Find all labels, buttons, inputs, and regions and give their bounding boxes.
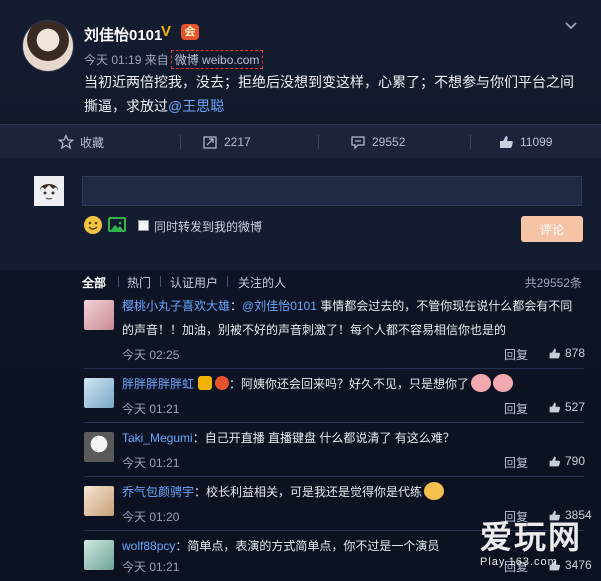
thumbs-up-icon <box>500 136 513 148</box>
comment-time: 今天 02:25 <box>122 348 180 362</box>
emoji-icon[interactable] <box>84 216 102 234</box>
comment-time: 今天 01:21 <box>122 402 180 416</box>
divider <box>84 368 584 369</box>
star-icon <box>58 134 74 150</box>
comment-icon <box>351 136 365 150</box>
tab-all[interactable]: 全部 <box>82 274 106 291</box>
doge-sticker-icon <box>424 482 445 500</box>
submit-comment-button[interactable]: 评论 <box>521 216 583 242</box>
comment-text: ：阿姨你还会回来吗？好久不见，只是想你了 <box>229 377 470 391</box>
tab-verified[interactable]: 认证用户 <box>170 274 218 291</box>
tab-hot[interactable]: 热门 <box>127 274 151 291</box>
also-repost-label: 同时转发到我的微博 <box>154 220 263 234</box>
comment-like-button[interactable]: 878 <box>548 346 585 360</box>
watermark-logo: 爱玩网 <box>480 519 583 555</box>
author-avatar[interactable] <box>22 20 74 72</box>
comment-mention-link[interactable]: @刘佳怡0101 <box>242 299 317 313</box>
like-count: 11099 <box>520 135 553 149</box>
commenter-avatar[interactable] <box>84 432 114 462</box>
comment-total: 共29552条 <box>524 276 582 290</box>
cartoon-avatar-icon <box>34 176 64 206</box>
commenter-avatar[interactable] <box>84 300 114 330</box>
comment-text: ：自己开直播 直播键盘 什么都说清了 有这么难？ <box>192 431 455 445</box>
commenter-name[interactable]: 樱桃小丸子喜欢大雄 <box>122 299 230 313</box>
comment-time: 今天 01:21 <box>122 456 180 470</box>
divider <box>160 276 161 287</box>
weibo-post-card: 刘佳怡0101 V 会 今天 01:19 来自 微博 weibo.com 当初近两… <box>0 0 601 581</box>
my-avatar <box>34 176 64 206</box>
site-watermark: 爱玩网 Play.163.com <box>480 512 590 572</box>
divider <box>84 422 584 423</box>
comment-like-button[interactable]: 790 <box>548 454 585 468</box>
divider <box>318 135 319 149</box>
thumbs-up-icon <box>549 348 561 358</box>
divider <box>118 276 119 287</box>
post-text-main: 当初近两倍挖我，没去；拒绝后没想到变这样，心累了；不想参与你们平台之间撕逼，求放… <box>84 74 574 114</box>
divider <box>470 135 471 149</box>
verified-v-icon: V <box>161 23 172 40</box>
post-time: 今天 01:19 来自 <box>84 53 169 67</box>
also-repost-checkbox[interactable] <box>138 220 149 231</box>
post-meta: 今天 01:19 来自 微博 weibo.com <box>84 50 264 69</box>
thumbs-up-icon <box>549 456 561 466</box>
divider <box>180 135 181 149</box>
comment-body: 乔气包颜骋宇：校长利益相关，可是我还是觉得你是代练 <box>122 480 584 504</box>
reply-button[interactable]: 回复 <box>504 346 528 363</box>
repost-count: 2217 <box>224 135 251 149</box>
member-badge-icon: 会 <box>181 24 199 40</box>
comment-separator: ： <box>230 299 243 313</box>
commenter-avatar[interactable] <box>84 486 114 516</box>
member-badge-icon <box>215 376 230 390</box>
comment-count: 29552 <box>372 135 406 149</box>
comment-toggle-button[interactable]: 29552 <box>350 125 405 159</box>
post-action-bar: 收藏 2217 29552 11099 <box>0 124 601 160</box>
comment-body: Taki_Megumi：自己开直播 直播键盘 什么都说清了 有这么难？ <box>122 426 584 450</box>
commenter-avatar[interactable] <box>84 378 114 408</box>
reply-button[interactable]: 回复 <box>504 454 528 471</box>
comment-like-count: 527 <box>565 400 586 414</box>
commenter-name[interactable]: wolf88pcy <box>122 539 175 553</box>
comment-body: 胖胖胖胖胖虹 ：阿姨你还会回来吗？好久不见，只是想你了 <box>122 372 584 396</box>
thumbs-up-icon <box>549 402 561 412</box>
commenter-name[interactable]: 乔气包颜骋宇 <box>122 485 194 499</box>
post-mention-link[interactable]: @王思聪 <box>168 98 224 114</box>
comment-like-button[interactable]: 527 <box>548 400 585 414</box>
comment-like-count: 878 <box>565 346 586 360</box>
chevron-down-icon[interactable] <box>563 18 579 34</box>
crying-sticker-icon <box>493 374 514 392</box>
commenter-name[interactable]: Taki_Megumi <box>122 431 193 445</box>
commenter-avatar[interactable] <box>84 540 114 570</box>
reply-button[interactable]: 回复 <box>504 400 528 417</box>
commenter-name[interactable]: 胖胖胖胖胖虹 <box>122 377 194 391</box>
comment-time: 今天 01:21 <box>122 560 180 574</box>
comment-text: ：校长利益相关，可是我还是觉得你是代练 <box>194 485 423 499</box>
favorite-label: 收藏 <box>80 135 105 150</box>
comment-body: 樱桃小丸子喜欢大雄：@刘佳怡0101 事情都会过去的，不管你现在说什么都会有不同… <box>122 294 584 342</box>
post-source-link[interactable]: 微博 weibo.com <box>170 50 264 69</box>
vip-badge-icon <box>198 376 213 390</box>
favorite-button[interactable]: 收藏 <box>58 125 104 159</box>
repost-button[interactable]: 2217 <box>202 125 251 159</box>
comment-composer: 同时转发到我的微博 评论 <box>0 158 601 270</box>
comment-filter-tabs: 全部 热门 认证用户 关注的人 共29552条 <box>82 274 582 294</box>
repost-icon <box>203 136 217 149</box>
crying-sticker-icon <box>471 374 492 392</box>
post-text: 当初近两倍挖我，没去；拒绝后没想到变这样，心累了；不想参与你们平台之间撕逼，求放… <box>84 70 584 118</box>
comment-time: 今天 01:20 <box>122 510 180 524</box>
comment-input[interactable] <box>82 176 582 206</box>
divider <box>227 276 228 287</box>
divider <box>84 476 584 477</box>
comment-like-count: 790 <box>565 454 586 468</box>
image-upload-icon[interactable] <box>108 217 126 232</box>
comment-text: ：简单点，表演的方式简单点，你不过是一个演员 <box>175 539 440 553</box>
tab-following[interactable]: 关注的人 <box>238 274 286 291</box>
like-button[interactable]: 11099 <box>498 125 552 159</box>
author-name[interactable]: 刘佳怡0101 <box>84 24 162 45</box>
